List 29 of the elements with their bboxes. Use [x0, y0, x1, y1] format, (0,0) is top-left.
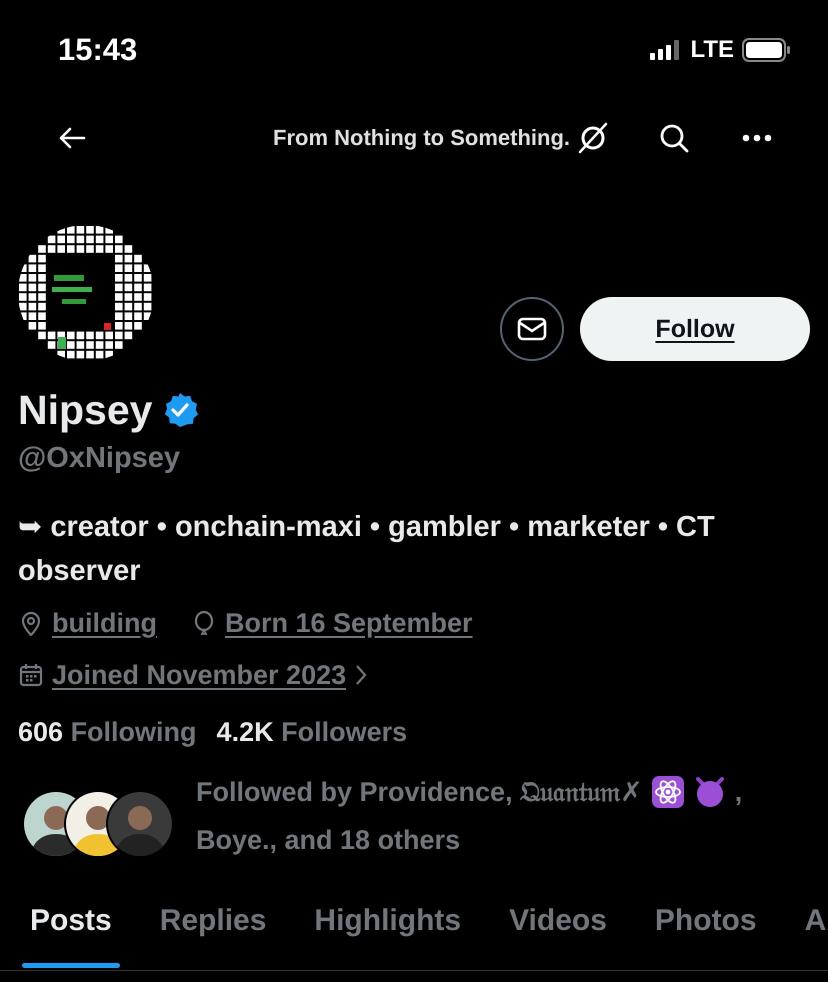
- comma-text: ,: [734, 776, 742, 808]
- profile-tab[interactable]: Photos: [646, 890, 765, 970]
- battery-icon: [742, 38, 792, 62]
- profile-link[interactable]: building: [52, 608, 157, 638]
- slashed-circle-icon: [576, 121, 610, 155]
- network-label: LTE: [690, 36, 734, 64]
- follow-button[interactable]: Follow: [580, 297, 810, 361]
- more-icon[interactable]: [742, 134, 772, 142]
- stat-link[interactable]: 4.2K Followers: [216, 717, 408, 748]
- profile-link[interactable]: Born 16 September: [224, 608, 473, 638]
- user-handle: @OxNipsey: [17, 441, 182, 475]
- envelope-icon: [517, 317, 547, 341]
- display-name: Nipsey: [18, 386, 152, 434]
- followed-by-text: Followed by Providence, 𝔔𝔲𝔞𝔫𝔱𝔲𝔪✗: [196, 776, 643, 808]
- profile-tab[interactable]: Highlights: [306, 890, 470, 970]
- profile-link[interactable]: Joined November 2023: [52, 660, 346, 690]
- bio-text: ➥ creator • onchain-maxi • gambler • marketer • CT observer: [17, 510, 716, 589]
- profile-tab[interactable]: Posts: [22, 890, 120, 970]
- followed-by-text: Boye., and 18 others: [196, 824, 460, 856]
- profile-tab[interactable]: A: [796, 890, 828, 970]
- search-icon[interactable]: [658, 122, 690, 154]
- back-arrow-icon[interactable]: [58, 126, 86, 150]
- profile-tab[interactable]: Replies: [152, 890, 274, 970]
- clock-time: 15:43: [58, 32, 138, 68]
- profile-tab[interactable]: Videos: [501, 890, 615, 970]
- stat-link[interactable]: 606 Following: [18, 717, 197, 748]
- atom-emoji-icon: [650, 775, 685, 809]
- banner-text: From Nothing to Something.: [273, 125, 570, 151]
- calendar-icon: [18, 662, 44, 688]
